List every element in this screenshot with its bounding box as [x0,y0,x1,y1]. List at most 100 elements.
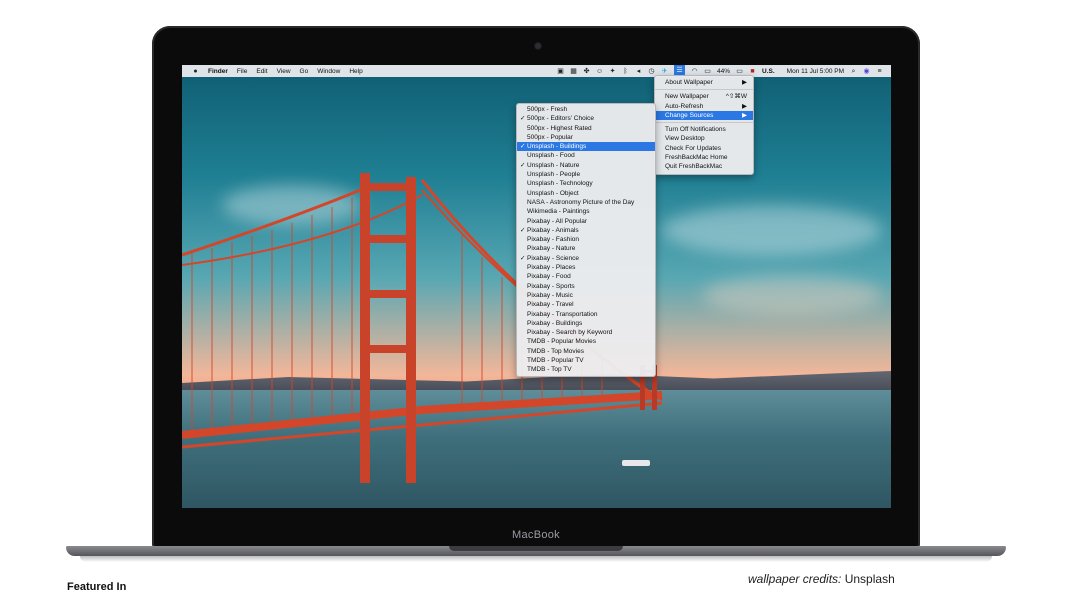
source-item[interactable]: TMDB - Popular TV [517,356,655,365]
checkmark-icon: ✓ [520,161,526,169]
source-item[interactable]: ✓ Unsplash - Nature [517,161,655,170]
source-item-label: Pixabay - Transportation [527,310,598,318]
input-locale[interactable]: U.S. [762,68,775,75]
source-item[interactable]: Unsplash - Food [517,151,655,160]
source-item-label: Unsplash - People [527,171,581,179]
shortcut-label: ^⇧⌘W [725,93,747,101]
source-item[interactable]: Pixabay - Nature [517,244,655,253]
credits-value: Unsplash [844,572,895,586]
source-item[interactable]: ✓ Unsplash - Buildings [517,142,655,152]
app-menu: About Wallpaper ▶ New Wallpaper ^⇧⌘W Aut… [654,75,754,175]
source-item[interactable]: Unsplash - Object [517,189,655,198]
battery-icon[interactable]: ▭ [736,68,743,75]
menu-edit[interactable]: Edit [256,68,267,75]
source-item-label: NASA - Astronomy Picture of the Day [527,198,635,206]
source-item-label: Pixabay - Food [527,273,571,281]
menu-item-check-updates[interactable]: Check For Updates [655,144,753,153]
source-item-label: TMDB - Top TV [527,366,572,374]
menu-item-change-sources[interactable]: Change Sources ▶ [655,110,753,121]
source-item-label: Pixabay - Places [527,264,576,272]
source-item[interactable]: Pixabay - Transportation [517,310,655,319]
source-item-label: Pixabay - Sports [527,282,575,290]
source-item[interactable]: TMDB - Popular Movies [517,337,655,346]
time-machine-icon[interactable]: ◷ [648,68,655,75]
checkmark-icon: ✓ [520,115,526,123]
checkmark-icon: ✓ [520,254,526,262]
clock[interactable]: Mon 11 Jul 5:00 PM [787,68,844,75]
source-item[interactable]: Pixabay - Places [517,263,655,272]
menu-help[interactable]: Help [349,68,362,75]
source-item[interactable]: TMDB - Top TV [517,365,655,374]
menu-item-about-wallpaper[interactable]: About Wallpaper ▶ [655,78,753,87]
source-item[interactable]: 500px - Fresh [517,105,655,114]
submenu-arrow-icon: ▶ [742,102,747,110]
twitter-icon[interactable]: ✈ [661,68,668,75]
menu-item-view-desktop[interactable]: View Desktop [655,134,753,143]
source-item[interactable]: Pixabay - Fashion [517,235,655,244]
source-item[interactable]: 500px - Popular [517,133,655,142]
source-item-label: TMDB - Top Movies [527,347,584,355]
source-item[interactable]: Unsplash - People [517,170,655,179]
source-item[interactable]: TMDB - Top Movies [517,347,655,356]
source-item[interactable]: NASA - Astronomy Picture of the Day [517,198,655,207]
notification-center-icon[interactable]: ≡ [876,68,883,75]
source-item-label: Pixabay - All Popular [527,217,587,225]
menu-app-name[interactable]: Finder [208,68,228,75]
source-item[interactable]: Pixabay - Travel [517,300,655,309]
camera [535,43,541,49]
airplay-icon[interactable]: ▭ [704,68,711,75]
source-item-label: Unsplash - Food [527,152,575,160]
source-item-label: 500px - Editors' Choice [527,115,594,123]
menu-file[interactable]: File [237,68,247,75]
source-item[interactable]: Pixabay - Search by Keyword [517,328,655,337]
source-item[interactable]: 500px - Highest Rated [517,124,655,133]
battery-percent[interactable]: 44% [717,68,730,75]
smiley-icon[interactable]: ☺ [596,68,603,75]
laptop-screen: ● Finder File Edit View Go Window Help ▣… [182,65,891,508]
source-item-label: Unsplash - Nature [527,161,580,169]
trello-icon[interactable]: ▣ [557,68,564,75]
submenu-arrow-icon: ▶ [742,111,747,119]
menu-separator [655,89,753,91]
gift-icon[interactable]: ✤ [583,68,590,75]
menu-separator [655,122,753,124]
wifi-icon[interactable]: ◠ [691,68,698,75]
source-item[interactable]: Unsplash - Technology [517,179,655,188]
source-item[interactable]: ✓ 500px - Editors' Choice [517,114,655,123]
source-item[interactable]: Pixabay - Food [517,272,655,281]
source-item[interactable]: ✓ Pixabay - Science [517,254,655,263]
flag-icon[interactable]: ■ [749,68,756,75]
source-item-label: Wikimedia - Paintings [527,208,590,216]
menu-go[interactable]: Go [300,68,309,75]
source-item[interactable]: Pixabay - Sports [517,282,655,291]
volume-icon[interactable]: ◂ [635,68,642,75]
puzzle-icon[interactable]: ✦ [609,68,616,75]
menu-item-freshbackmac-home[interactable]: FreshBackMac Home [655,153,753,162]
bluetooth-icon[interactable]: ᛒ [622,68,629,75]
menu-window[interactable]: Window [317,68,340,75]
calendar-icon[interactable]: ▦ [570,68,577,75]
menu-item-turn-off-notifications[interactable]: Turn Off Notifications [655,125,753,134]
menu-bar: ● Finder File Edit View Go Window Help ▣… [182,65,891,77]
source-item[interactable]: Pixabay - Music [517,291,655,300]
siri-icon[interactable]: ◉ [863,68,870,75]
source-item-label: 500px - Fresh [527,106,568,113]
apple-icon[interactable]: ● [192,68,199,75]
source-item[interactable]: Wikimedia - Paintings [517,207,655,216]
credits-label: wallpaper credits: [748,572,842,586]
source-item-label: Unsplash - Technology [527,180,593,188]
laptop-base-notch [449,546,623,551]
source-item[interactable]: ✓ Pixabay - Animals [517,226,655,235]
featured-in-label: Featured In [67,581,127,593]
spotlight-icon[interactable]: ⌕ [850,68,857,75]
laptop-shadow [80,556,992,562]
source-item-label: TMDB - Popular Movies [527,338,596,346]
menu-view[interactable]: View [277,68,291,75]
menu-item-auto-refresh[interactable]: Auto-Refresh ▶ [655,102,753,111]
source-item[interactable]: Pixabay - Buildings [517,319,655,328]
menu-item-quit[interactable]: Quit FreshBackMac [655,162,753,171]
source-item[interactable]: Pixabay - All Popular [517,217,655,226]
source-item-label: Pixabay - Music [527,291,573,299]
menu-item-new-wallpaper[interactable]: New Wallpaper ^⇧⌘W [655,92,753,101]
source-item-label: TMDB - Popular TV [527,357,584,365]
